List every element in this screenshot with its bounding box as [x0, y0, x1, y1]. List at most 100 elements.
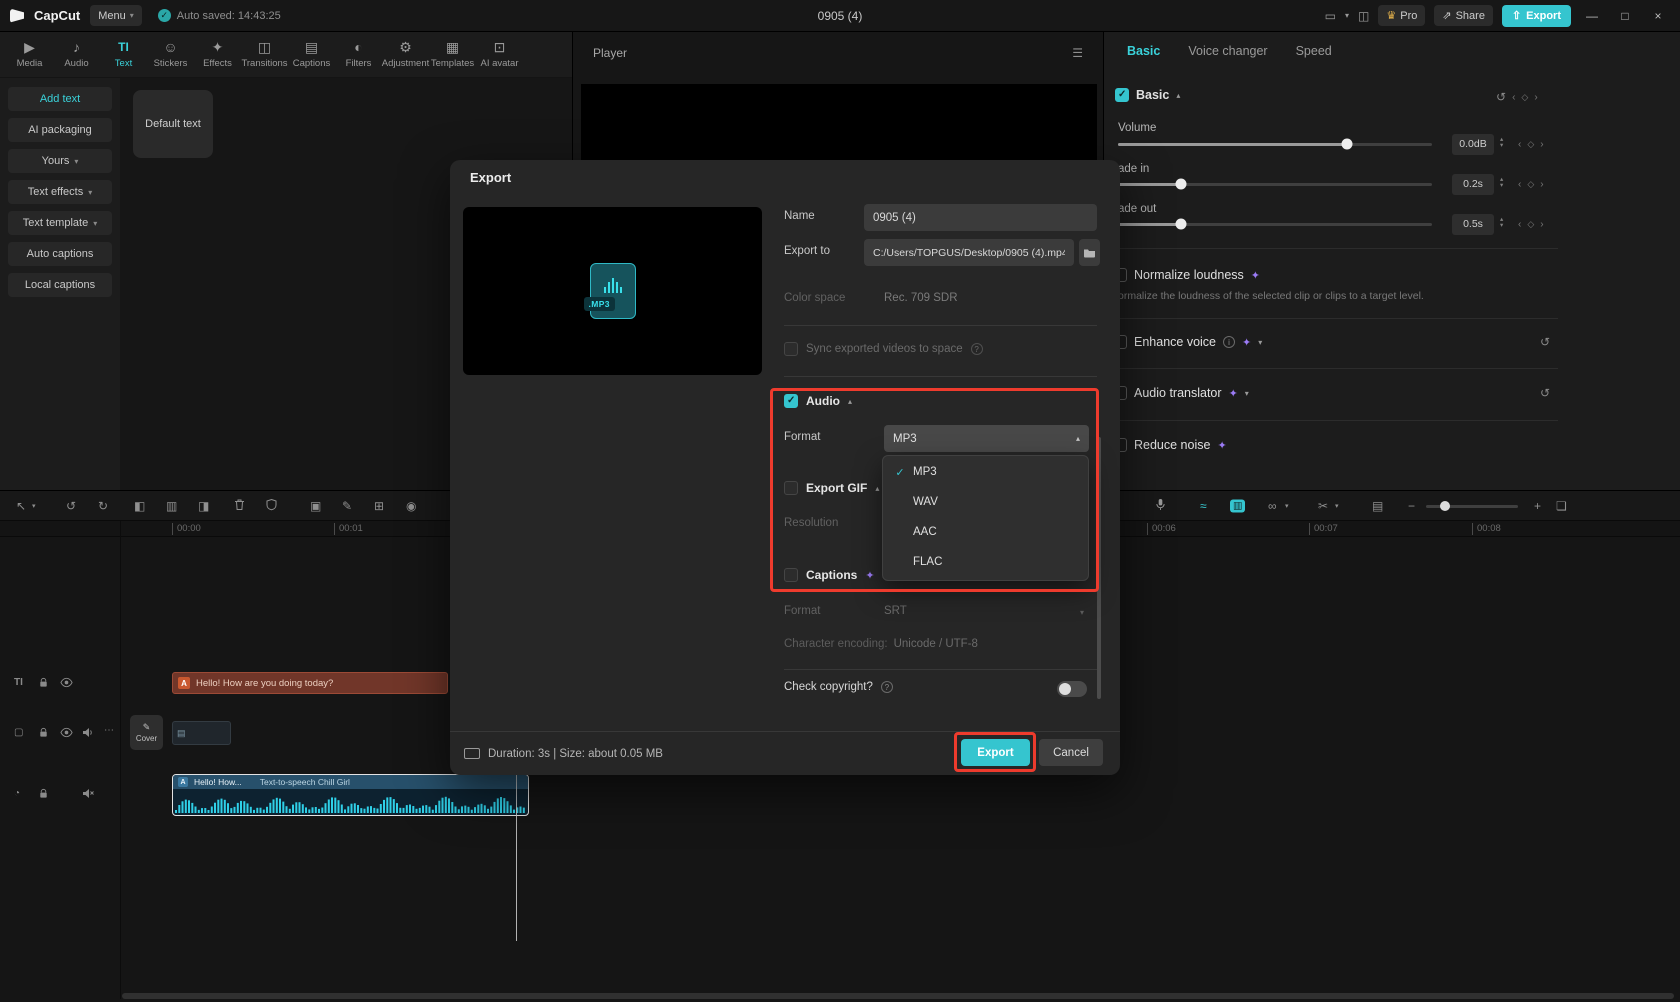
- lock-icon[interactable]: [38, 727, 49, 741]
- tab-transitions[interactable]: ◫ Transitions: [241, 40, 288, 70]
- audio-clip[interactable]: A Hello! How... Text-to-speech Chill Gir…: [172, 774, 529, 816]
- undo-icon[interactable]: ↺: [66, 499, 76, 513]
- sidebar-item-yours[interactable]: Yours ▾: [8, 149, 112, 173]
- captions-checkbox[interactable]: [784, 568, 798, 582]
- tab-effects[interactable]: ✦ Effects: [194, 40, 241, 70]
- keyframe-next-icon[interactable]: ›: [1540, 139, 1543, 150]
- fade-out-slider-knob[interactable]: [1175, 218, 1187, 230]
- cover-button[interactable]: ✎ Cover: [130, 715, 163, 750]
- tab-audio[interactable]: ♪ Audio: [53, 40, 100, 70]
- keyframe-icon[interactable]: ◇: [1521, 92, 1528, 103]
- export-top-button[interactable]: ⇧ Export: [1501, 4, 1571, 27]
- collapse-icon[interactable]: ▴: [848, 397, 852, 406]
- name-input[interactable]: [864, 204, 1097, 231]
- tab-filters[interactable]: ◐ Filters: [335, 40, 382, 70]
- copyright-toggle[interactable]: [1057, 681, 1087, 697]
- marker-icon[interactable]: ✎: [342, 499, 352, 513]
- eye-icon[interactable]: [60, 677, 73, 691]
- keyframe-prev-icon[interactable]: ‹: [1518, 179, 1521, 190]
- format-option-flac[interactable]: FLAC: [883, 547, 1088, 577]
- keyframe-next-icon[interactable]: ›: [1540, 219, 1543, 230]
- keyframe-icon[interactable]: ◇: [1527, 179, 1534, 190]
- reset-icon[interactable]: ↺: [1496, 90, 1506, 104]
- browse-folder-button[interactable]: [1079, 239, 1100, 266]
- show-waveform-icon[interactable]: ≈: [1200, 499, 1207, 513]
- chevron-down-icon[interactable]: ▾: [1258, 338, 1262, 347]
- fade-out-value[interactable]: 0.5s: [1452, 214, 1494, 235]
- sidebar-item-text-effects[interactable]: Text effects ▾: [8, 180, 112, 204]
- menu-button[interactable]: Menu ▾: [90, 5, 142, 26]
- volume-value[interactable]: 0.0dB: [1452, 134, 1494, 155]
- select-tool-icon[interactable]: ↖: [16, 499, 26, 513]
- zoom-in-icon[interactable]: +: [1534, 499, 1541, 513]
- mute-icon[interactable]: [82, 727, 94, 741]
- collapse-icon[interactable]: ▴: [1176, 91, 1180, 100]
- trim-left-icon[interactable]: ◧: [134, 499, 145, 513]
- auto-cut-chevron-icon[interactable]: ▾: [1335, 502, 1339, 510]
- collapse-icon[interactable]: ▴: [875, 484, 879, 493]
- minimize-button[interactable]: —: [1580, 9, 1604, 23]
- default-text-card[interactable]: Default text: [133, 90, 213, 158]
- export-to-input[interactable]: [864, 239, 1074, 266]
- fade-out-slider[interactable]: [1118, 218, 1432, 230]
- layout-icon[interactable]: ▭: [1325, 9, 1336, 23]
- record-voiceover-icon[interactable]: [1155, 497, 1166, 514]
- avatar-tool-icon[interactable]: ◉: [406, 499, 416, 513]
- keyframe-icon[interactable]: ◇: [1527, 219, 1534, 230]
- keyframe-prev-icon[interactable]: ‹: [1518, 139, 1521, 150]
- redo-icon[interactable]: ↻: [98, 499, 108, 513]
- link-chevron-icon[interactable]: ▾: [1285, 502, 1289, 510]
- audio-translator-reset-icon[interactable]: ↺: [1540, 386, 1550, 400]
- fade-in-slider[interactable]: [1118, 178, 1432, 190]
- eye-icon[interactable]: [60, 727, 73, 741]
- video-clip[interactable]: ▤: [172, 721, 231, 745]
- background-icon[interactable]: ▣: [310, 499, 321, 513]
- export-confirm-button[interactable]: Export: [961, 739, 1030, 766]
- inspector-tab-voice-changer[interactable]: Voice changer: [1188, 44, 1267, 58]
- tab-adjustment[interactable]: ⚙ Adjustment: [382, 40, 430, 70]
- zoom-out-icon[interactable]: −: [1408, 499, 1415, 513]
- keyframe-next-icon[interactable]: ›: [1534, 92, 1537, 103]
- tab-templates[interactable]: ▦ Templates: [429, 40, 476, 70]
- layout-chevron-icon[interactable]: ▾: [1345, 11, 1349, 20]
- fade-out-stepper[interactable]: ▴ ▾: [1500, 216, 1503, 229]
- split-icon[interactable]: ▥: [166, 499, 177, 513]
- volume-stepper[interactable]: ▴ ▾: [1500, 136, 1503, 149]
- more-icon[interactable]: ⋯: [104, 725, 114, 736]
- keyframe-next-icon[interactable]: ›: [1540, 179, 1543, 190]
- audio-checkbox[interactable]: [784, 394, 798, 408]
- select-tool-chevron-icon[interactable]: ▾: [32, 502, 36, 510]
- tab-ai-avatar[interactable]: ⊡ AI avatar: [476, 40, 523, 70]
- sidebar-item-auto-captions[interactable]: Auto captions: [8, 242, 112, 266]
- keyframe-prev-icon[interactable]: ‹: [1518, 219, 1521, 230]
- fade-in-stepper[interactable]: ▴ ▾: [1500, 176, 1503, 189]
- sidebar-item-ai-packaging[interactable]: AI packaging: [8, 118, 112, 142]
- fade-in-slider-knob[interactable]: [1175, 178, 1187, 190]
- lock-icon[interactable]: [38, 788, 49, 802]
- delete-icon[interactable]: [234, 498, 245, 513]
- fit-timeline-icon[interactable]: ❏: [1556, 499, 1567, 513]
- close-button[interactable]: ×: [1646, 9, 1670, 23]
- volume-slider[interactable]: [1118, 138, 1432, 150]
- text-clip[interactable]: A Hello! How are you doing today?: [172, 672, 448, 694]
- inspector-tab-basic[interactable]: Basic: [1127, 44, 1160, 58]
- tab-text[interactable]: TI Text: [100, 40, 147, 69]
- keyframe-icon[interactable]: ◇: [1527, 139, 1534, 150]
- chevron-down-icon[interactable]: ▾: [1245, 389, 1249, 398]
- pro-badge[interactable]: ♛ Pro: [1378, 5, 1426, 26]
- link-icon[interactable]: ∞: [1268, 499, 1277, 513]
- enhance-voice-reset-icon[interactable]: ↺: [1540, 335, 1550, 349]
- sync-checkbox[interactable]: [784, 342, 798, 356]
- format-option-aac[interactable]: AAC: [883, 517, 1088, 547]
- volume-slider-knob[interactable]: [1341, 138, 1353, 150]
- timeline-zoom-slider[interactable]: [1426, 501, 1518, 511]
- fade-in-value[interactable]: 0.2s: [1452, 174, 1494, 195]
- mute-icon[interactable]: [82, 788, 94, 802]
- sidebar-item-add-text[interactable]: Add text: [8, 87, 112, 111]
- export-gif-checkbox[interactable]: [784, 481, 798, 495]
- tab-captions[interactable]: ▤ Captions: [288, 40, 335, 70]
- lock-icon[interactable]: [38, 677, 49, 691]
- grid-icon[interactable]: ⊞: [374, 499, 384, 513]
- sidebar-item-local-captions[interactable]: Local captions: [8, 273, 112, 297]
- mask-icon[interactable]: [266, 498, 277, 513]
